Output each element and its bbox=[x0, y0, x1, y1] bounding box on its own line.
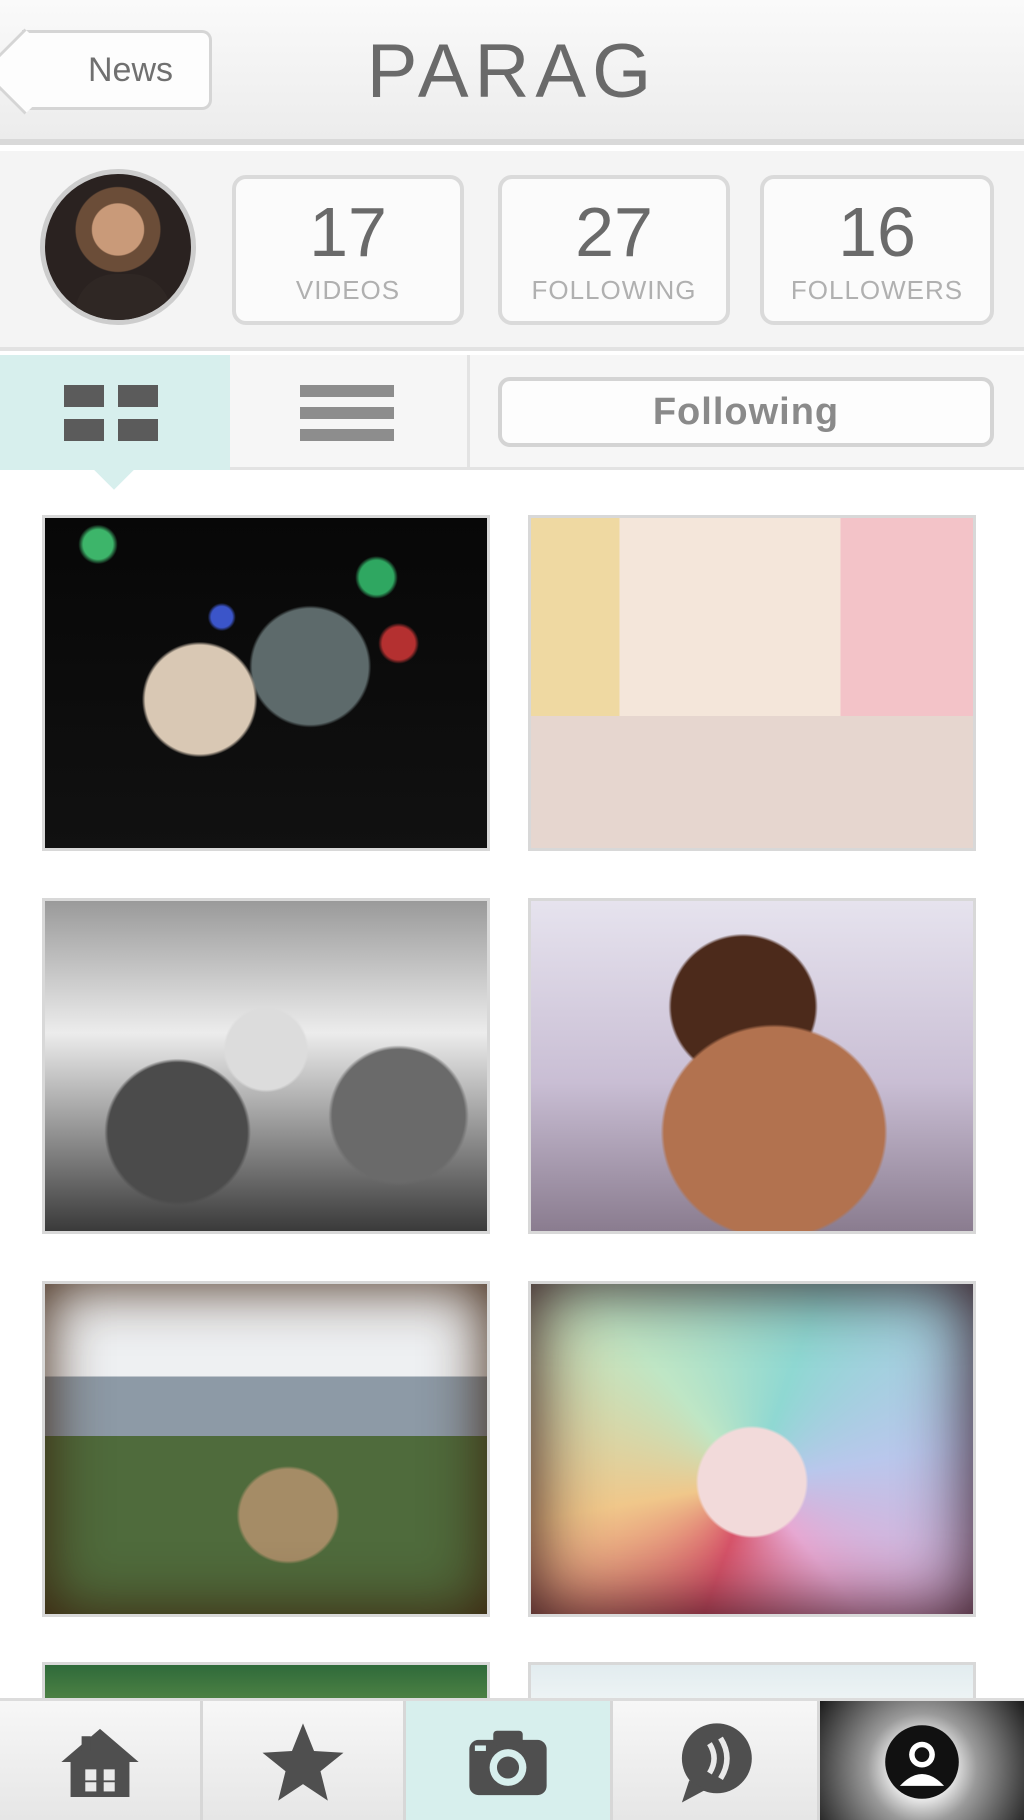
tab-profile[interactable] bbox=[820, 1701, 1024, 1820]
avatar[interactable] bbox=[40, 169, 196, 325]
list-view-icon-bar bbox=[300, 385, 394, 397]
following-stat[interactable]: 27 FOLLOWING bbox=[498, 175, 730, 325]
followers-stat[interactable]: 16 FOLLOWERS bbox=[760, 175, 994, 325]
grid-view-icon-cell bbox=[64, 385, 104, 407]
video-thumbnail[interactable] bbox=[528, 898, 976, 1234]
header: News PARAG bbox=[0, 0, 1024, 145]
profile-summary: 17 VIDEOS 27 FOLLOWING 16 FOLLOWERS bbox=[0, 151, 1024, 351]
list-view-icon-bar bbox=[300, 407, 394, 419]
activity-bubble-icon bbox=[681, 1723, 752, 1803]
tab-activity[interactable] bbox=[613, 1701, 820, 1820]
tab-camera[interactable] bbox=[406, 1701, 613, 1820]
back-button-label: News bbox=[87, 50, 174, 89]
following-count: 27 bbox=[575, 193, 653, 271]
tab-featured[interactable] bbox=[203, 1701, 406, 1820]
grid-view-toggle[interactable] bbox=[0, 355, 230, 470]
videos-stat[interactable]: 17 VIDEOS bbox=[232, 175, 464, 325]
video-thumbnail[interactable] bbox=[42, 898, 490, 1234]
followers-label: FOLLOWERS bbox=[790, 275, 964, 305]
list-view-icon-bar bbox=[300, 429, 394, 441]
grid-view-icon-cell bbox=[118, 385, 158, 407]
following-button[interactable]: Following bbox=[498, 377, 994, 447]
profile-icon bbox=[885, 1725, 959, 1799]
grid-view-icon-cell bbox=[118, 419, 158, 441]
following-label: FOLLOWING bbox=[531, 275, 697, 305]
view-toolbar: Following bbox=[0, 355, 1024, 470]
followers-count: 16 bbox=[838, 193, 916, 271]
video-thumbnail[interactable] bbox=[528, 515, 976, 851]
video-thumbnail[interactable] bbox=[42, 515, 490, 851]
camera-icon bbox=[469, 1730, 547, 1796]
video-thumbnail[interactable] bbox=[42, 1281, 490, 1617]
grid-view-icon-cell bbox=[64, 419, 104, 441]
list-view-toggle[interactable] bbox=[230, 355, 470, 470]
star-icon bbox=[262, 1723, 344, 1801]
video-thumbnail[interactable] bbox=[528, 1281, 976, 1617]
tab-home[interactable] bbox=[0, 1701, 203, 1820]
videos-count: 17 bbox=[309, 193, 387, 271]
videos-label: VIDEOS bbox=[295, 275, 401, 305]
home-icon bbox=[61, 1728, 139, 1797]
tab-bar bbox=[0, 1698, 1024, 1820]
